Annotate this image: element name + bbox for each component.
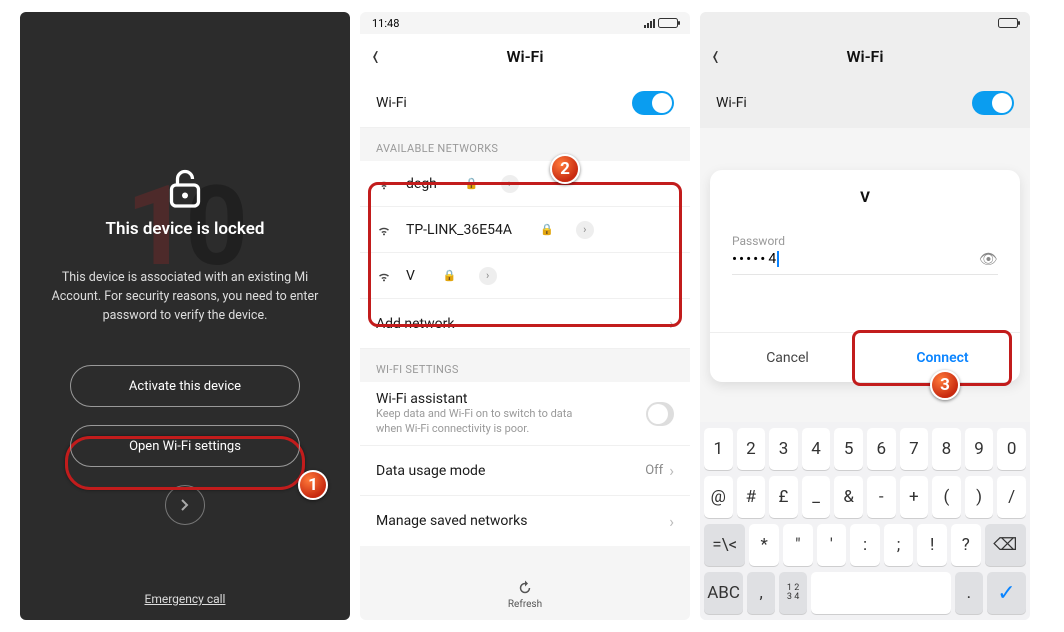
- keyboard-key[interactable]: ': [817, 524, 847, 566]
- keyboard-key[interactable]: 3: [769, 428, 798, 470]
- chevron-right-icon: ›: [669, 461, 674, 480]
- keyboard-enter-key[interactable]: ✓: [987, 572, 1026, 614]
- refresh-button[interactable]: Refresh: [360, 579, 690, 610]
- keyboard-abc-key[interactable]: ABC: [704, 572, 743, 614]
- keyboard-key[interactable]: (: [932, 476, 961, 518]
- keyboard-key[interactable]: 5: [834, 428, 863, 470]
- show-password-icon[interactable]: 👁: [979, 250, 998, 268]
- highlight-box-2: [368, 182, 682, 327]
- keyboard-key[interactable]: ): [965, 476, 994, 518]
- chevron-right-icon: [179, 499, 191, 511]
- keyboard-comma-key[interactable]: ,: [747, 572, 775, 614]
- keyboard-dot-key[interactable]: .: [955, 572, 983, 614]
- keyboard-key[interactable]: #: [737, 476, 766, 518]
- keyboard-key[interactable]: _: [802, 476, 831, 518]
- back-button[interactable]: ‹: [372, 39, 379, 74]
- screen-locked-device: 10 This device is locked This device is …: [20, 12, 350, 620]
- chevron-right-icon: ›: [669, 512, 674, 531]
- keyboard-key[interactable]: 7: [900, 428, 929, 470]
- keyboard-key[interactable]: 1: [704, 428, 733, 470]
- keyboard-key[interactable]: +: [900, 476, 929, 518]
- status-bar: 11:48: [360, 12, 690, 34]
- keyboard-key[interactable]: 4: [802, 428, 831, 470]
- keyboard-key[interactable]: !: [917, 524, 947, 566]
- keyboard-key[interactable]: ?: [951, 524, 981, 566]
- nav-bar: ‹ Wi-Fi: [700, 34, 1030, 78]
- keyboard-key[interactable]: ;: [884, 524, 914, 566]
- wifi-toggle-row[interactable]: Wi-Fi: [700, 78, 1030, 128]
- refresh-icon: [516, 579, 534, 597]
- next-arrow-button[interactable]: [165, 485, 205, 525]
- keyboard-key[interactable]: 2: [737, 428, 766, 470]
- keyboard-key[interactable]: -: [867, 476, 896, 518]
- lock-open-icon: [167, 167, 203, 209]
- keyboard-key[interactable]: *: [749, 524, 779, 566]
- locked-description: This device is associated with an existi…: [20, 269, 350, 325]
- keyboard-key[interactable]: ": [783, 524, 813, 566]
- keyboard-key[interactable]: &: [834, 476, 863, 518]
- keyboard-space-key[interactable]: [811, 572, 951, 614]
- battery-icon: [658, 18, 678, 28]
- wifi-settings-header: WI-FI SETTINGS: [360, 349, 690, 382]
- step-badge-3: 3: [930, 370, 960, 400]
- available-networks-header: AVAILABLE NETWORKS: [360, 128, 690, 161]
- open-wifi-settings-button[interactable]: Open Wi-Fi settings: [70, 425, 300, 467]
- data-usage-mode-row[interactable]: Data usage mode Off ›: [360, 446, 690, 496]
- keyboard-key[interactable]: :: [850, 524, 880, 566]
- password-label: Password: [732, 234, 998, 248]
- password-dialog: V Password •••••4 👁 Cancel Connect 3: [710, 170, 1020, 382]
- nav-bar: ‹ Wi-Fi: [360, 34, 690, 78]
- wifi-toggle-row[interactable]: Wi-Fi: [360, 78, 690, 128]
- keyboard-key[interactable]: £: [769, 476, 798, 518]
- keyboard-key[interactable]: 6: [867, 428, 896, 470]
- keyboard-key[interactable]: /: [997, 476, 1026, 518]
- assistant-toggle-off[interactable]: [646, 402, 674, 426]
- dialog-network-name: V: [710, 188, 1020, 206]
- wifi-assistant-row[interactable]: Wi-Fi assistant Keep data and Wi-Fi on t…: [360, 382, 690, 446]
- wifi-toggle-on[interactable]: [972, 91, 1014, 115]
- keyboard-symbols-key[interactable]: =\<: [704, 524, 745, 566]
- battery-icon: [998, 18, 1018, 28]
- status-time: 11:48: [372, 17, 399, 30]
- emergency-call-link[interactable]: Emergency call: [20, 592, 350, 606]
- back-button[interactable]: ‹: [712, 39, 719, 74]
- wifi-label: Wi-Fi: [376, 95, 407, 111]
- status-bar: [700, 12, 1030, 34]
- screen-wifi-password: ‹ Wi-Fi Wi-Fi V Password •••••4 👁 Cancel…: [700, 12, 1030, 620]
- page-title: Wi-Fi: [700, 47, 1030, 66]
- signal-icon: [644, 19, 655, 28]
- keyboard-key[interactable]: 9: [965, 428, 994, 470]
- step-badge-1: 1: [298, 470, 328, 500]
- page-title: Wi-Fi: [360, 47, 690, 66]
- screen-wifi-list: 11:48 ‹ Wi-Fi Wi-Fi AVAILABLE NETWORKS d…: [360, 12, 690, 620]
- locked-title: This device is locked: [106, 219, 265, 239]
- on-screen-keyboard: 1234567890 @#£_&-+()/ =\<*"':;!?⌫ ABC , …: [700, 422, 1030, 620]
- keyboard-numeric-key[interactable]: 1 23 4: [779, 572, 807, 614]
- activate-device-button[interactable]: Activate this device: [70, 365, 300, 407]
- keyboard-key[interactable]: 0: [997, 428, 1026, 470]
- password-input[interactable]: •••••4: [732, 250, 971, 268]
- step-badge-2: 2: [550, 154, 580, 184]
- keyboard-key[interactable]: 8: [932, 428, 961, 470]
- wifi-toggle-on[interactable]: [632, 91, 674, 115]
- manage-networks-row[interactable]: Manage saved networks ›: [360, 496, 690, 546]
- cancel-button[interactable]: Cancel: [710, 333, 865, 382]
- keyboard-backspace-key[interactable]: ⌫: [985, 524, 1026, 566]
- text-cursor: [777, 251, 779, 267]
- keyboard-key[interactable]: @: [704, 476, 733, 518]
